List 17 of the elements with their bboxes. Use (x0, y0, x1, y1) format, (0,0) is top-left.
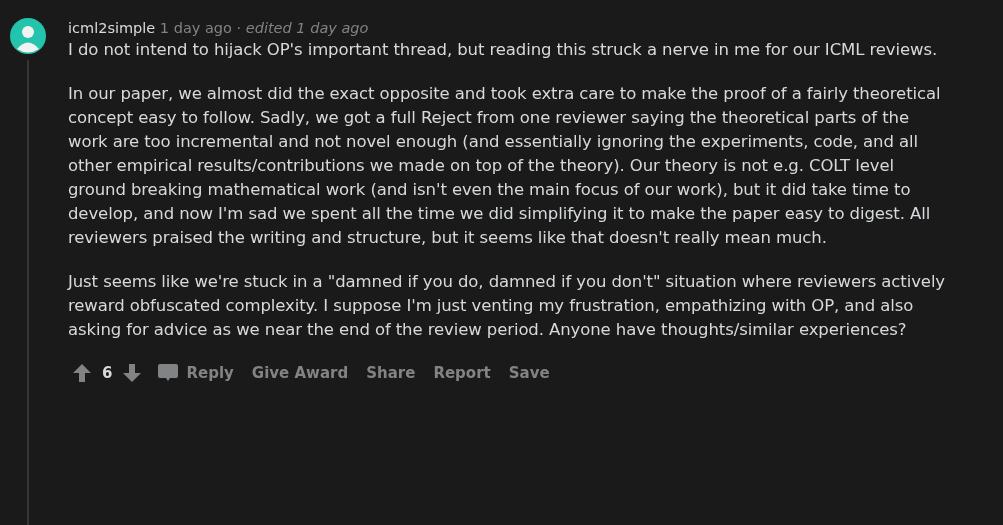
action-button[interactable]: Report (429, 360, 495, 387)
comment-icon[interactable] (158, 364, 179, 383)
action-button[interactable]: Save (504, 360, 554, 387)
username[interactable]: icml2simple (68, 20, 156, 36)
comment-paragraph: I do not intend to hijack OP's important thread, but reading this struck a nerve in me for our ICML reviews. (68, 39, 939, 61)
comment-paragraph: In our paper, we almost did the exact opposite and took extra care to make the proof of a fairly theoretical concept easy to follow. Sadly, we got a full Reject from one reviewer saying the theoretical parts of the work are too incremental and not novel enough (and essentially ignoring the experiments, code, and all other empirical results/contributions we made on top of the theory). Our theory is not e.g. COLT level ground breaking mathematical work (and isn't even the main focus of our work), but it did take time to develop, and now I'm sad we spent all the time we did simplifying it to make the paper easy to digest. All reviewers praised the writing and structure, but it seems like that doesn't really mean much. (68, 83, 942, 249)
action-button[interactable]: Share (362, 360, 420, 387)
vote-score: 6 (102, 363, 113, 384)
downvote-icon[interactable] (122, 363, 143, 384)
upvote-icon[interactable] (72, 363, 92, 384)
avatar[interactable] (10, 18, 46, 54)
separator: · (236, 20, 242, 36)
action-button[interactable]: Reply (182, 360, 238, 387)
edited-timestamp: edited 1 day ago (245, 20, 369, 36)
comment-paragraph: Just seems like we're stuck in a "damned if you do, damned if you don't" situation where reviewers actively reward obfuscated complexity. I suppose I'm just venting my frustration, empathizing with OP, and also asking for advice as we near the end of the review period. Anyone have thoughts/similar experiences? (68, 271, 946, 341)
action-button[interactable]: Give Award (247, 360, 353, 387)
timestamp: 1 day ago (159, 20, 232, 36)
